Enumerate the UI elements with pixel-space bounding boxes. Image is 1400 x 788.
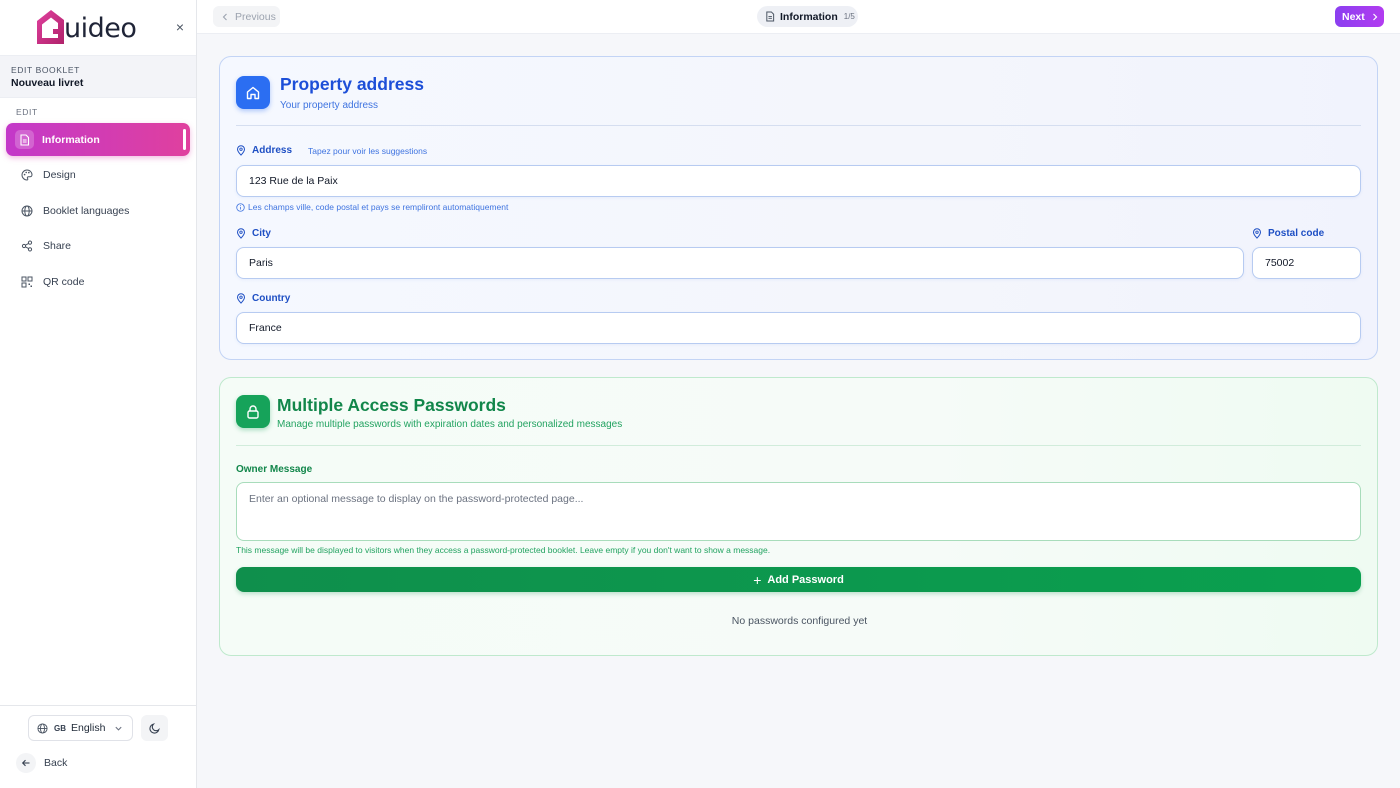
globe-icon <box>37 722 48 734</box>
info-icon <box>236 202 245 212</box>
passwords-card: Multiple Access Passwords Manage multipl… <box>219 377 1378 656</box>
map-pin-icon <box>237 228 245 239</box>
chevron-down-icon <box>115 726 122 731</box>
sidebar-item-label: QR code <box>43 275 85 288</box>
chevron-right-icon <box>1372 13 1378 20</box>
step-indicator: Information 1/5 <box>757 6 858 27</box>
add-password-button[interactable]: + Add Password <box>236 567 1361 592</box>
lock-icon <box>236 395 270 428</box>
owner-message-label: Owner Message <box>236 464 313 475</box>
divider <box>0 705 196 706</box>
edit-section-label: EDIT <box>16 107 38 117</box>
address-hint: Tapez pour voir les suggestions <box>308 145 428 156</box>
country-label: Country <box>236 293 290 304</box>
address-label: Address Tapez pour voir les suggestions <box>236 145 427 156</box>
moon-icon <box>148 723 160 734</box>
sidebar-item-label: Booklet languages <box>43 204 130 217</box>
address-label-text: Address <box>252 145 293 156</box>
postal-code-label-text: Postal code <box>1268 228 1325 239</box>
city-label: City <box>236 228 271 239</box>
card-subtitle: Your property address <box>280 100 379 111</box>
home-icon <box>236 76 270 109</box>
document-icon <box>15 130 34 149</box>
map-pin-icon <box>237 145 245 156</box>
address-helper-text: Les champs ville, code postal et pays se… <box>248 202 509 212</box>
sidebar-item-label: Share <box>43 239 72 252</box>
logo-row: uideo × <box>0 0 196 55</box>
sidebar-item-information[interactable]: Information <box>6 123 190 156</box>
language-name: English <box>71 722 106 734</box>
guideo-logo[interactable]: uideo <box>36 6 137 46</box>
next-button[interactable]: Next <box>1335 6 1384 27</box>
divider <box>236 445 1361 446</box>
booklet-kicker: EDIT BOOKLET <box>11 65 80 75</box>
logo-text: uideo <box>64 13 137 44</box>
close-sidebar-button[interactable]: × <box>172 19 188 35</box>
step-count: 1/5 <box>843 12 855 21</box>
sidebar: uideo × EDIT BOOKLET Nouveau livret EDIT… <box>0 0 197 788</box>
sidebar-item-label: Information <box>42 133 100 146</box>
back-label: Back <box>44 757 68 769</box>
address-input[interactable]: 123 Rue de la Paix <box>236 165 1361 197</box>
share-icon <box>20 239 34 253</box>
flag-label: GB <box>54 723 66 733</box>
booklet-info: EDIT BOOKLET Nouveau livret <box>0 55 196 98</box>
card-title: Multiple Access Passwords <box>277 395 506 415</box>
postal-code-label: Postal code <box>1252 228 1324 239</box>
empty-state-text: No passwords configured yet <box>731 615 868 627</box>
step-title: Information <box>780 10 838 23</box>
chevron-left-icon <box>222 13 227 20</box>
plus-icon: + <box>753 571 762 588</box>
country-input[interactable]: France <box>236 312 1361 344</box>
address-helper: Les champs ville, code postal et pays se… <box>236 202 508 212</box>
arrow-left-icon <box>16 753 36 773</box>
sidebar-item-design[interactable]: Design <box>6 158 190 191</box>
card-title: Property address <box>280 74 424 94</box>
booklet-name: Nouveau livret <box>11 77 84 89</box>
back-button[interactable]: Back <box>16 752 67 774</box>
document-icon <box>766 11 775 22</box>
country-label-text: Country <box>252 293 291 304</box>
language-select[interactable]: GB English <box>28 715 133 741</box>
sidebar-item-label: Design <box>43 168 76 181</box>
qr-code-icon <box>20 275 34 289</box>
sidebar-item-booklet-languages[interactable]: Booklet languages <box>6 194 190 227</box>
owner-message-helper: This message will be displayed to visito… <box>236 545 771 555</box>
owner-message-textarea[interactable]: Enter an optional message to display on … <box>236 482 1361 541</box>
previous-label: Previous <box>235 10 276 23</box>
globe-icon <box>20 204 34 218</box>
dark-mode-toggle[interactable] <box>141 715 168 741</box>
map-pin-icon <box>1253 228 1261 239</box>
previous-button[interactable]: Previous <box>213 6 280 27</box>
house-logo-icon <box>37 10 64 44</box>
divider <box>236 125 1361 126</box>
sidebar-item-qr-code[interactable]: QR code <box>6 265 190 298</box>
top-bar: Previous Information 1/5 Next <box>197 0 1400 34</box>
card-subtitle: Manage multiple passwords with expiratio… <box>277 419 623 430</box>
postal-code-input[interactable]: 75002 <box>1252 247 1361 279</box>
add-password-label: Add Password <box>767 573 844 586</box>
next-label: Next <box>1342 10 1365 23</box>
city-input[interactable]: Paris <box>236 247 1244 279</box>
city-label-text: City <box>252 228 271 239</box>
sidebar-item-share[interactable]: Share <box>6 229 190 262</box>
map-pin-icon <box>237 293 245 304</box>
palette-icon <box>20 168 34 182</box>
property-address-card: Property address Your property address A… <box>219 56 1378 360</box>
